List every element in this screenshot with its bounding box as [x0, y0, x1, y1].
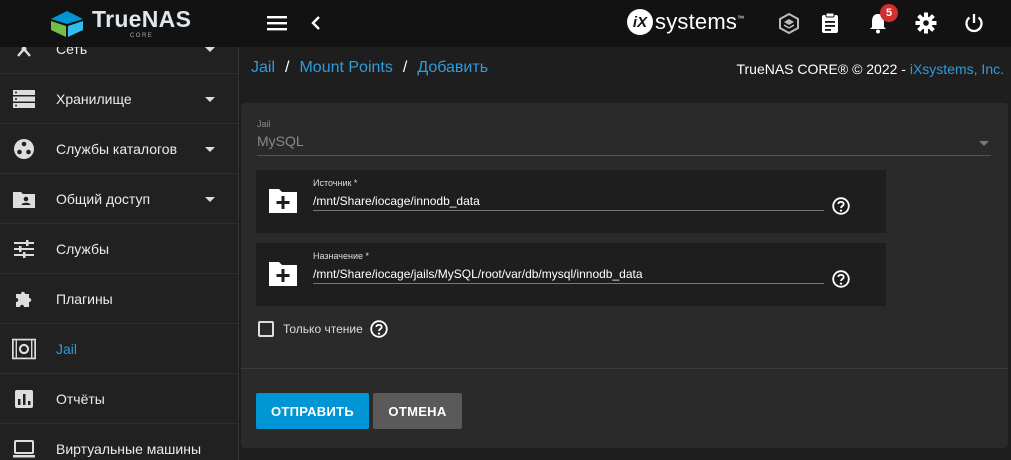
breadcrumb: Jail / Mount Points / Добавить [251, 59, 488, 77]
storage-icon [12, 87, 36, 111]
bell-icon[interactable]: 5 [867, 4, 898, 34]
ixsystems-logo: iX systems™ [627, 9, 744, 35]
breadcrumb-separator: / [285, 59, 290, 76]
logo-sub: CORE [129, 33, 154, 39]
ix-text: systems [655, 9, 738, 34]
chevron-down-icon [205, 96, 215, 102]
source-input-value: /mnt/Share/iocage/innodb_data [313, 194, 480, 208]
readonly-checkbox[interactable] [258, 321, 274, 337]
submit-button[interactable]: ОТПРАВИТЬ [256, 393, 369, 429]
menu-toggle-icon[interactable] [266, 12, 288, 34]
breadcrumb-add[interactable]: Добавить [417, 59, 488, 77]
cancel-button[interactable]: ОТМЕНА [373, 393, 462, 429]
sidebar-item-reports[interactable]: Отчёты [0, 375, 238, 424]
sidebar-item-sharing[interactable]: Общий доступ [0, 175, 238, 224]
sidebar-item-label: Виртуальные машины [56, 441, 202, 457]
source-field-box: Источник * /mnt/Share/iocage/innodb_data [256, 170, 886, 233]
chevron-down-icon [205, 146, 215, 152]
folder-add-icon[interactable] [268, 186, 298, 214]
network-icon [12, 47, 36, 61]
chevron-down-icon [979, 141, 989, 146]
sidebar-item-label: Плагины [56, 291, 113, 307]
main-content: Jail / Mount Points / Добавить TrueNAS C… [239, 47, 1011, 460]
top-bar: TrueNAS CORE iX systems™ 5 [0, 0, 1011, 47]
reports-icon [12, 387, 36, 411]
directory-services-icon [12, 137, 36, 161]
power-icon[interactable] [963, 12, 985, 34]
jail-icon [12, 337, 36, 361]
source-input[interactable]: /mnt/Share/iocage/innodb_data [313, 192, 824, 211]
services-icon [12, 237, 36, 261]
divider [241, 368, 1008, 369]
truenas-logo[interactable]: TrueNAS CORE [0, 0, 240, 47]
ix-trademark: ™ [737, 15, 745, 23]
copyright: TrueNAS CORE® © 2022 - iXsystems, Inc. [736, 61, 1004, 77]
breadcrumb-mount-points[interactable]: Mount Points [299, 59, 392, 77]
jail-select-value: MySQL [257, 133, 304, 149]
destination-field-box: Назначение * /mnt/Share/iocage/jails/MyS… [256, 243, 886, 306]
readonly-row: Только чтение [258, 320, 388, 338]
sidebar-item-label: Сеть [56, 47, 88, 57]
sidebar-item-storage[interactable]: Хранилище [0, 75, 238, 124]
vm-icon [12, 437, 36, 460]
help-icon[interactable] [832, 270, 850, 288]
sidebar-item-label: Отчёты [56, 391, 105, 407]
destination-input-value: /mnt/Share/iocage/jails/MySQL/root/var/d… [313, 267, 643, 281]
jail-select[interactable]: MySQL [257, 133, 991, 156]
sidebar-item-label: Jail [56, 341, 78, 357]
sidebar-item-label: Хранилище [56, 91, 132, 107]
sidebar-item-label: Службы каталогов [56, 141, 178, 157]
sidebar-item-label: Службы [56, 241, 110, 257]
notification-badge: 5 [880, 4, 898, 22]
breadcrumb-separator: / [402, 59, 408, 76]
folder-add-icon[interactable] [268, 259, 298, 287]
sidebar-item-services[interactable]: Службы [0, 225, 238, 274]
sidebar-item-directory-services[interactable]: Службы каталогов [0, 125, 238, 174]
copyright-link[interactable]: iXsystems, Inc. [910, 61, 1004, 77]
destination-input[interactable]: /mnt/Share/iocage/jails/MySQL/root/var/d… [313, 265, 824, 284]
sidebar-item-network[interactable]: Сеть [0, 47, 238, 74]
plugins-icon [12, 287, 36, 311]
sidebar: Сеть Хранилище Службы каталогов Общий до… [0, 47, 239, 460]
copyright-text: TrueNAS CORE® © 2022 - [736, 61, 910, 77]
truecommand-icon[interactable] [778, 12, 800, 34]
gear-icon[interactable] [915, 12, 937, 34]
sidebar-item-label: Общий доступ [56, 191, 151, 207]
truenas-logo-icon [51, 10, 83, 37]
sidebar-item-plugins[interactable]: Плагины [0, 275, 238, 324]
chevron-down-icon [205, 47, 215, 52]
logo-name: TrueNAS [92, 6, 192, 32]
chevron-down-icon [205, 196, 215, 202]
mount-point-form: Jail MySQL Источник * /mnt/Share/iocage/… [241, 103, 1008, 448]
chevron-left-icon[interactable] [306, 12, 326, 34]
readonly-label: Только чтение [283, 322, 363, 336]
sidebar-item-jail[interactable]: Jail [0, 325, 238, 374]
help-icon[interactable] [370, 320, 388, 338]
sharing-icon [12, 187, 36, 211]
clipboard-icon[interactable] [819, 12, 841, 34]
jail-label: Jail [257, 119, 271, 129]
source-label: Источник * [313, 178, 358, 188]
ix-mark: iX [627, 9, 653, 35]
destination-label: Назначение * [313, 251, 370, 261]
sidebar-item-vms[interactable]: Виртуальные машины [0, 425, 238, 460]
breadcrumb-jail[interactable]: Jail [251, 59, 275, 77]
help-icon[interactable] [832, 197, 850, 215]
